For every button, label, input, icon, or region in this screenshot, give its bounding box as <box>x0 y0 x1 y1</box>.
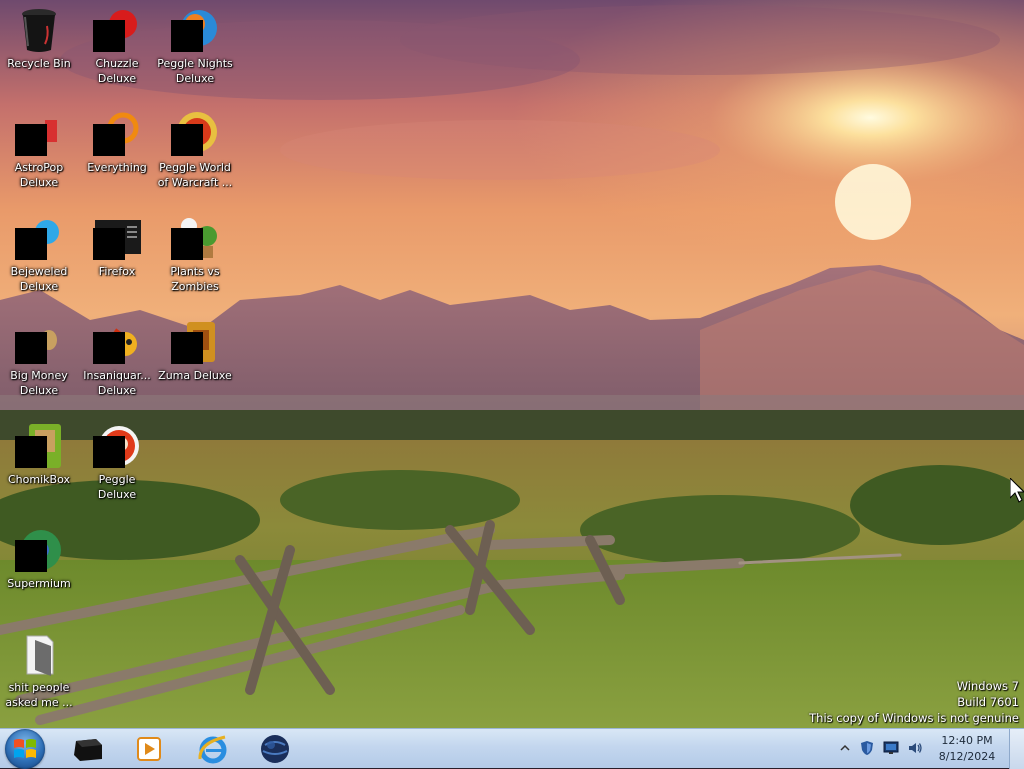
windows-watermark: Windows 7 Build 7601 This copy of Window… <box>809 678 1019 726</box>
desktop-icon-astropop[interactable]: AstroPop Deluxe <box>1 110 77 190</box>
taskbar-pinned-black-app[interactable] <box>60 731 116 767</box>
folder-icon <box>15 630 63 678</box>
tray-security-button[interactable] <box>858 739 876 757</box>
desktop-icon-insaniquarium[interactable]: Insaniquar... Deluxe <box>79 318 155 398</box>
monitor-icon <box>883 741 899 754</box>
taskbar: 12:40 PM 8/12/2024 <box>0 728 1024 769</box>
tray-network-button[interactable] <box>882 739 900 757</box>
icon-label: Big Money Deluxe <box>10 369 68 397</box>
astropop-icon <box>15 110 63 158</box>
peggle-wow-icon <box>171 110 219 158</box>
icon-label: Chuzzle Deluxe <box>95 57 139 85</box>
peggle-icon <box>93 422 141 470</box>
watermark-build: Build 7601 <box>957 695 1019 709</box>
globe-browser-icon <box>261 735 289 763</box>
clock-date: 8/12/2024 <box>938 750 996 763</box>
chevron-up-icon <box>840 744 850 751</box>
recycle-bin-icon <box>15 6 63 54</box>
taskbar-clock[interactable]: 12:40 PM 8/12/2024 <box>932 733 1002 765</box>
desktop-icon-plants-vs-zombies[interactable]: Plants vs Zombies <box>157 214 233 294</box>
firefox-icon <box>93 214 141 262</box>
bejeweled-icon <box>15 214 63 262</box>
desktop-icon-peggle-nights[interactable]: Peggle Nights Deluxe <box>157 6 233 86</box>
show-hidden-icons-button[interactable] <box>836 739 854 757</box>
windows-logo-icon <box>14 739 36 758</box>
desktop-icon-recycle-bin[interactable]: Recycle Bin <box>1 6 77 71</box>
taskbar-pinned-media-player[interactable] <box>121 731 177 767</box>
desktop-icon-everything[interactable]: Everything <box>79 110 155 175</box>
desktop-icon-firefox[interactable]: Firefox <box>79 214 155 279</box>
everything-icon <box>93 110 141 158</box>
supermium-icon <box>15 526 63 574</box>
icon-label: Peggle Nights Deluxe <box>157 57 233 85</box>
chomikbox-icon <box>15 422 63 470</box>
icon-label: Peggle World of Warcraft ... <box>157 161 233 189</box>
icon-label: Supermium <box>7 577 71 590</box>
mouse-cursor <box>1009 476 1024 508</box>
desktop-icon-chuzzle[interactable]: Chuzzle Deluxe <box>79 6 155 86</box>
black-app-icon <box>74 739 102 761</box>
icon-label: shit people asked me ... <box>5 681 73 709</box>
desktop-icon-peggle-wow[interactable]: Peggle World of Warcraft ... <box>157 110 233 190</box>
icon-label: Firefox <box>98 265 136 278</box>
icon-label: Plants vs Zombies <box>170 265 220 293</box>
plants-vs-zombies-icon <box>171 214 219 262</box>
taskbar-pinned-globe-browser[interactable] <box>247 731 303 767</box>
chuzzle-icon <box>93 6 141 54</box>
desktop-icon-bejeweled[interactable]: Bejeweled Deluxe <box>1 214 77 294</box>
start-button[interactable] <box>5 729 45 769</box>
tray-volume-button[interactable] <box>906 739 924 757</box>
desktop-icon-big-money[interactable]: Big Money Deluxe <box>1 318 77 398</box>
icon-label: Everything <box>87 161 147 174</box>
peggle-nights-icon <box>171 6 219 54</box>
insaniquarium-icon <box>93 318 141 366</box>
desktop-icon-zuma[interactable]: Zuma Deluxe <box>157 318 233 383</box>
icon-label: Zuma Deluxe <box>158 369 232 382</box>
show-desktop-button[interactable] <box>1009 729 1024 769</box>
internet-explorer-icon <box>198 735 227 764</box>
desktop-icon-folder[interactable]: shit people asked me ... <box>1 630 77 710</box>
desktop-icon-peggle[interactable]: Peggle Deluxe <box>79 422 155 502</box>
system-tray: 12:40 PM 8/12/2024 <box>834 729 1024 769</box>
icon-label: AstroPop Deluxe <box>14 161 64 189</box>
desktop-icon-chomikbox[interactable]: ChomikBox <box>1 422 77 487</box>
watermark-os: Windows 7 <box>956 679 1019 693</box>
icon-label: Bejeweled Deluxe <box>10 265 68 293</box>
big-money-icon <box>15 318 63 366</box>
desktop-icon-supermium[interactable]: Supermium <box>1 526 77 591</box>
icon-label: ChomikBox <box>8 473 70 486</box>
watermark-genuine-notice: This copy of Windows is not genuine <box>809 711 1019 725</box>
icon-label: Peggle Deluxe <box>97 473 137 501</box>
media-player-icon <box>137 737 161 761</box>
taskbar-pinned-internet-explorer[interactable] <box>185 731 241 767</box>
zuma-icon <box>171 318 219 366</box>
icon-label: Insaniquar... Deluxe <box>83 369 151 397</box>
clock-time: 12:40 PM <box>941 734 993 747</box>
speaker-icon <box>909 743 922 753</box>
shield-icon <box>861 741 873 755</box>
icon-label: Recycle Bin <box>7 57 71 70</box>
